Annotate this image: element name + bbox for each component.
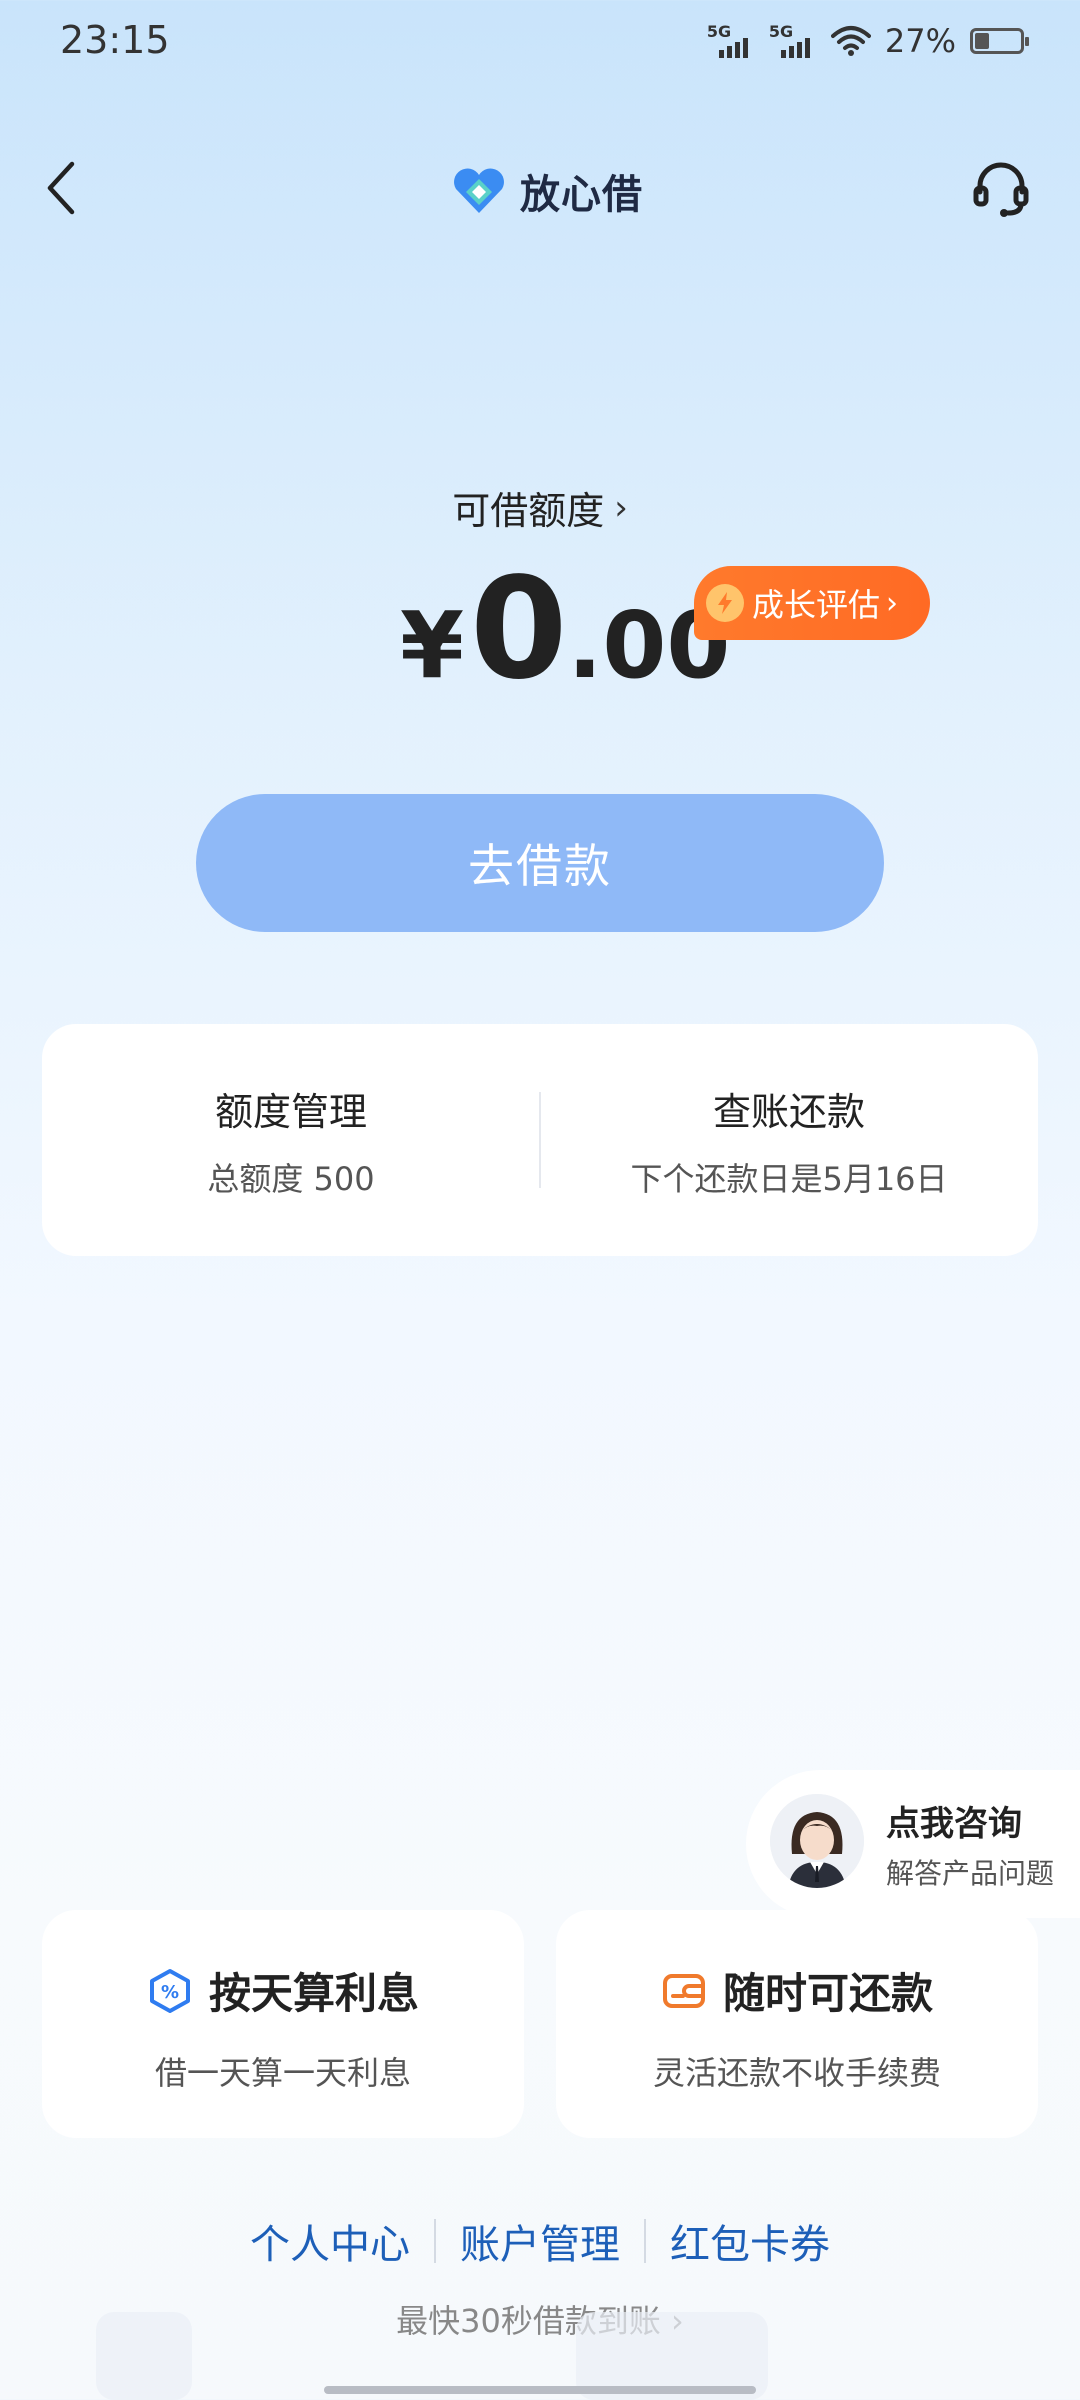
bill-repayment-entry[interactable]: 查账还款 下个还款日是5月16日: [540, 1024, 1038, 1256]
feature-title: 按天算利息: [208, 1969, 419, 2018]
feature-card-daily-interest[interactable]: % 按天算利息 借一天算一天利息: [42, 1910, 524, 2138]
credit-amount: ¥ 0 .00: [400, 560, 730, 700]
status-time: 23:15: [60, 18, 170, 62]
next-repayment-date-text: 下个还款日是5月16日: [630, 1159, 948, 1198]
svg-text:%: %: [161, 1982, 179, 2003]
credit-management-title: 额度管理: [214, 1089, 367, 1134]
brand: 放心借: [450, 162, 643, 220]
borrow-button[interactable]: 去借款: [196, 794, 884, 932]
bottom-links: 个人中心 账户管理 红包卡券: [0, 2212, 1080, 2270]
percent-shield-icon: %: [149, 1968, 190, 2013]
signal-5g-icon: 5G: [769, 22, 817, 60]
consult-subtitle: 解答产品问题: [886, 1857, 1055, 1890]
status-icons: 5G 5G 27%: [707, 22, 1029, 60]
credit-management-entry[interactable]: 额度管理 总额度 500: [42, 1024, 540, 1256]
growth-assessment-button[interactable]: 成长评估 ›: [694, 566, 930, 640]
battery-icon: [970, 28, 1029, 54]
consult-title: 点我咨询: [886, 1804, 1022, 1844]
back-chevron-icon[interactable]: [40, 160, 84, 216]
amount-integer: 0: [470, 548, 568, 711]
agent-avatar: [770, 1794, 864, 1888]
bill-repayment-title: 查账还款: [712, 1089, 865, 1134]
brand-logo-icon: [454, 168, 504, 213]
signal-5g-icon: 5G: [707, 22, 755, 60]
chevron-right-icon: ›: [886, 585, 899, 621]
consult-widget[interactable]: 点我咨询 解答产品问题: [746, 1770, 1080, 1918]
lightning-icon: [706, 584, 744, 622]
growth-assessment-label: 成长评估: [752, 586, 881, 624]
battery-percent: 27%: [884, 22, 956, 60]
currency-symbol: ¥: [400, 592, 465, 699]
background-decoration: [96, 2312, 192, 2400]
personal-center-link[interactable]: 个人中心: [226, 2212, 434, 2270]
status-bar: 23:15 5G 5G 27%: [0, 0, 1080, 84]
feature-card-repay-anytime[interactable]: 随时可还款 灵活还款不收手续费: [556, 1910, 1038, 2138]
account-management-link[interactable]: 账户管理: [436, 2212, 644, 2270]
feature-subtitle: 灵活还款不收手续费: [652, 2054, 941, 2092]
wifi-icon: [830, 26, 871, 56]
feature-subtitle: 借一天算一天利息: [154, 2054, 411, 2092]
available-credit-link[interactable]: 可借额度 ›: [0, 480, 1080, 535]
feature-title: 随时可还款: [722, 1969, 933, 2018]
headset-icon[interactable]: [970, 158, 1032, 220]
available-credit-label: 可借额度: [452, 489, 605, 533]
credit-manage-card: 额度管理 总额度 500 查账还款 下个还款日是5月16日: [42, 1024, 1038, 1256]
coupons-link[interactable]: 红包卡券: [646, 2212, 854, 2270]
brand-name: 放心借: [520, 172, 643, 218]
total-credit-text: 总额度 500: [207, 1159, 375, 1198]
chevron-right-icon: ›: [614, 487, 628, 528]
wallet-icon: [662, 1973, 705, 2008]
home-indicator[interactable]: [324, 2386, 756, 2394]
